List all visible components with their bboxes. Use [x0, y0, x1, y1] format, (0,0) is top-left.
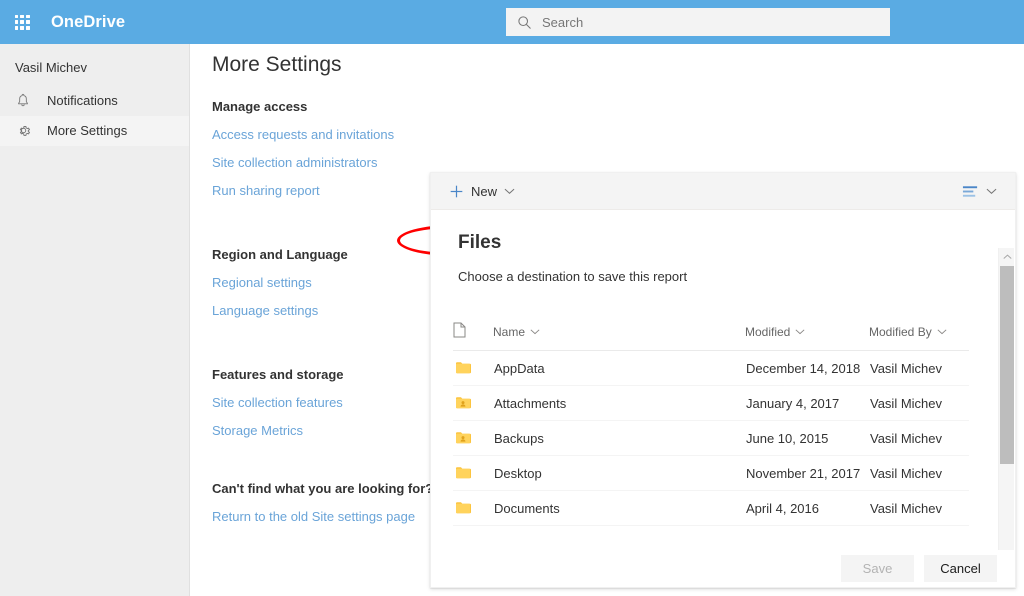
dialog-title: Files [458, 232, 502, 253]
folder-icon [454, 501, 472, 518]
toolbar-right-group [962, 185, 1015, 198]
sidebar-item-notifications[interactable]: Notifications [0, 86, 189, 116]
column-header-name[interactable]: Name [493, 322, 745, 351]
row-folder-cell [453, 490, 493, 526]
dialog-toolbar: New [431, 173, 1015, 210]
chevron-down-icon [504, 188, 515, 194]
files-table-body: AppData December 14, 2018 Vasil Michev Atta… [453, 350, 969, 526]
folder-shared-icon [454, 396, 472, 413]
row-modified-by: Vasil Michev [869, 350, 969, 386]
row-folder-cell [453, 420, 493, 456]
row-name[interactable]: Attachments [493, 385, 745, 421]
link-access-requests[interactable]: Access requests and invitations [212, 127, 492, 142]
dialog-subtitle: Choose a destination to save this report [458, 269, 688, 284]
folder-shared-icon [454, 431, 472, 448]
row-modified-by: Vasil Michev [869, 385, 969, 421]
column-header-modified[interactable]: Modified [745, 322, 869, 351]
table-row[interactable]: Attachments January 4, 2017 Vasil Michev [453, 385, 969, 421]
gear-icon [15, 123, 31, 139]
column-header-modified-by[interactable]: Modified By [869, 322, 969, 351]
dialog-body: Files Choose a destination to save this … [431, 210, 1015, 550]
chevron-down-icon [937, 329, 947, 335]
app-launcher-button[interactable] [0, 0, 44, 44]
save-button[interactable]: Save [841, 554, 914, 582]
new-button[interactable]: New [431, 173, 523, 210]
user-name: Vasil Michev [15, 60, 88, 75]
sidebar-item-label: Notifications [47, 93, 118, 109]
row-modified-by: Vasil Michev [869, 490, 969, 526]
sidebar-item-more-settings[interactable]: More Settings [0, 115, 189, 146]
row-modified: April 4, 2016 [745, 490, 869, 526]
table-header-row: Name Modified Modified By [453, 322, 969, 351]
dialog-footer: Save Cancel [431, 549, 1015, 587]
bell-icon [15, 93, 31, 109]
row-modified-by: Vasil Michev [869, 420, 969, 456]
files-table: Name Modified Modified By AppData Decemb… [453, 322, 969, 526]
search-icon [518, 15, 531, 29]
search-input[interactable] [540, 9, 870, 35]
link-site-collection-administrators[interactable]: Site collection administrators [212, 155, 492, 170]
dialog-vertical-scrollbar[interactable] [998, 248, 1014, 550]
column-header-modified-by-label: Modified By [869, 324, 932, 339]
document-icon [453, 322, 466, 338]
folder-icon [454, 466, 472, 483]
left-navigation: Vasil Michev Notifications More Settings [0, 44, 190, 596]
suite-bar: OneDrive [0, 0, 1024, 44]
cancel-button[interactable]: Cancel [924, 554, 997, 582]
new-button-label: New [471, 183, 498, 199]
scrollbar-thumb[interactable] [1000, 266, 1014, 464]
row-folder-cell [453, 350, 493, 386]
group-heading-manage-access: Manage access [212, 99, 308, 114]
row-name[interactable]: Backups [493, 420, 745, 456]
sidebar-item-label: More Settings [47, 123, 128, 139]
row-modified: June 10, 2015 [745, 420, 869, 456]
chevron-up-icon [1002, 253, 1012, 259]
chevron-down-icon [795, 329, 805, 335]
row-modified-by: Vasil Michev [869, 455, 969, 491]
row-modified: December 14, 2018 [745, 350, 869, 386]
row-folder-cell [453, 385, 493, 421]
column-header-name-label: Name [493, 324, 526, 339]
view-options-chevron-down-icon[interactable] [986, 187, 997, 195]
waffle-icon [14, 14, 30, 30]
page-title: More Settings [212, 53, 342, 76]
column-header-icon [453, 322, 493, 351]
table-row[interactable]: Desktop November 21, 2017 Vasil Michev [453, 455, 969, 491]
row-folder-cell [453, 455, 493, 491]
brand-title[interactable]: OneDrive [51, 13, 125, 32]
file-picker-dialog: New Files Choose a destination to save t… [430, 172, 1016, 588]
column-header-modified-label: Modified [745, 324, 791, 339]
row-name[interactable]: Desktop [493, 455, 745, 491]
files-table-header: Name Modified Modified By [453, 322, 969, 351]
table-row[interactable]: AppData December 14, 2018 Vasil Michev [453, 350, 969, 386]
onedrive-more-settings-page: OneDrive Vasil Michev Notifications [0, 0, 1024, 596]
list-view-icon[interactable] [962, 185, 979, 198]
table-row[interactable]: Documents April 4, 2016 Vasil Michev [453, 490, 969, 526]
chevron-down-icon [530, 329, 540, 335]
scroll-up-button[interactable] [999, 248, 1015, 265]
search-box[interactable] [506, 8, 890, 36]
row-name[interactable]: AppData [493, 350, 745, 386]
table-row[interactable]: Backups June 10, 2015 Vasil Michev [453, 420, 969, 456]
row-modified: November 21, 2017 [745, 455, 869, 491]
row-modified: January 4, 2017 [745, 385, 869, 421]
plus-icon [450, 185, 463, 197]
row-name[interactable]: Documents [493, 490, 745, 526]
folder-icon [454, 361, 472, 378]
